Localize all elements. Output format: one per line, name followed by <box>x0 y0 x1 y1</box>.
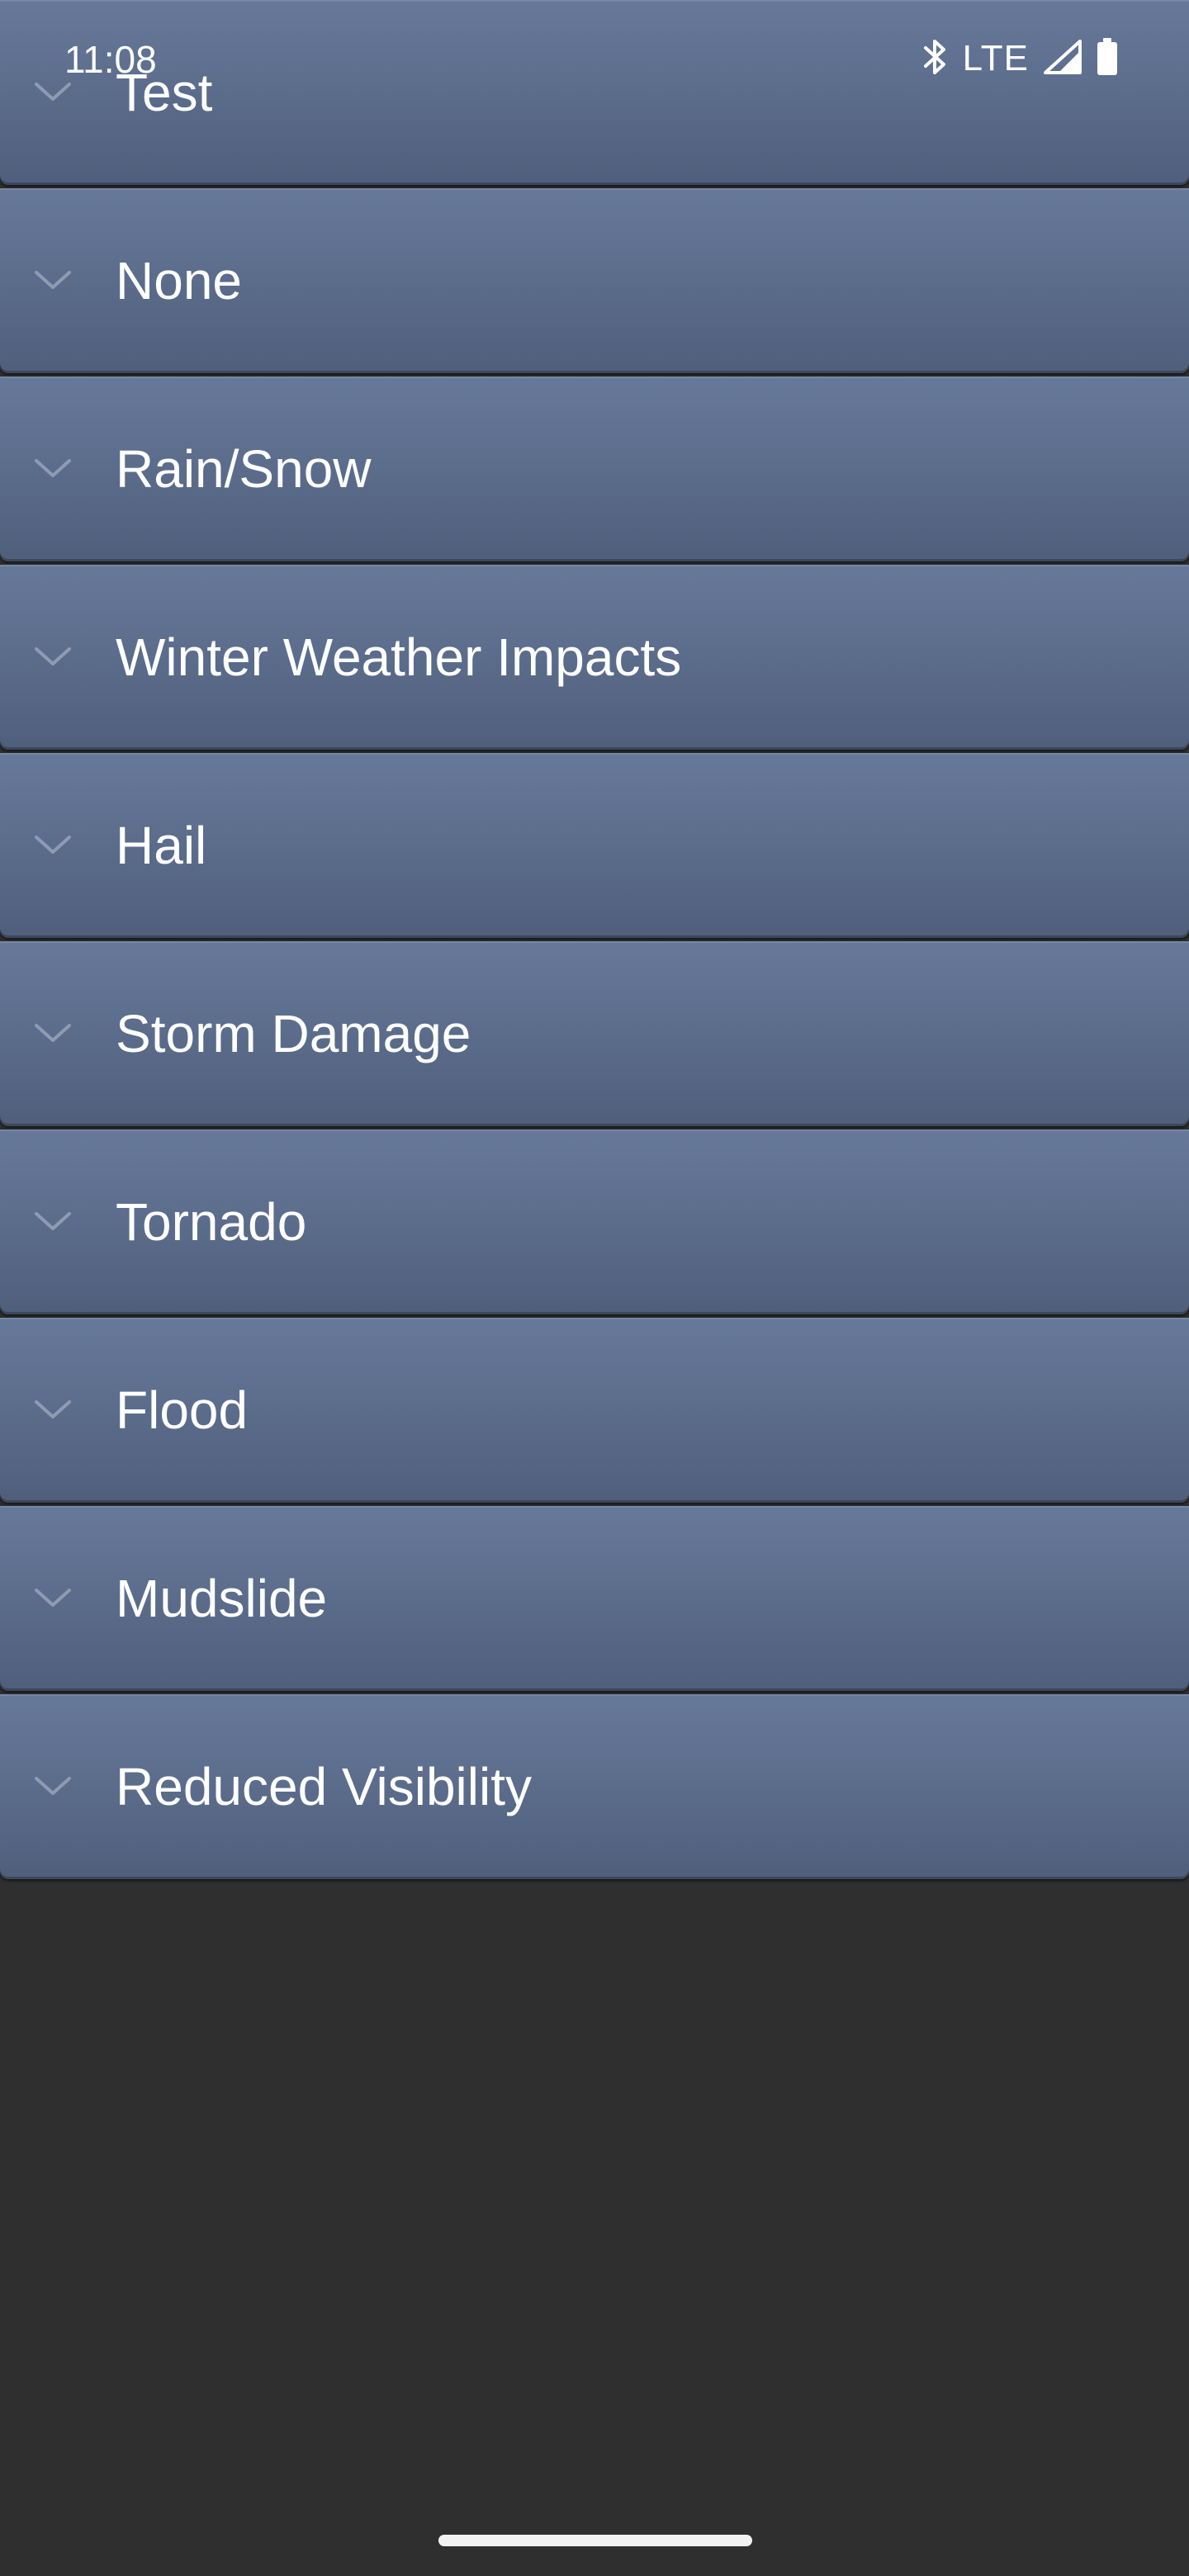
chevron-down-icon <box>33 456 73 482</box>
chevron-down-icon <box>33 79 73 106</box>
accordion-item[interactable]: Flood <box>0 1318 1189 1503</box>
accordion-item[interactable]: Mudslide <box>0 1506 1189 1691</box>
accordion-item-label: Flood <box>116 1380 249 1440</box>
home-indicator[interactable] <box>438 2535 752 2546</box>
accordion-item[interactable]: None <box>0 188 1189 373</box>
chevron-down-icon <box>33 1397 73 1423</box>
accordion-item[interactable]: Reduced Visibility <box>0 1694 1189 1879</box>
accordion-item-label: Hail <box>116 816 207 875</box>
chevron-down-icon <box>33 1773 73 1800</box>
accordion-item[interactable]: Tornado <box>0 1129 1189 1314</box>
accordion-item[interactable]: Rain/Snow <box>0 376 1189 561</box>
accordion-item[interactable]: Hail <box>0 753 1189 938</box>
accordion-item[interactable]: Winter Weather Impacts <box>0 565 1189 750</box>
chevron-down-icon <box>33 268 73 294</box>
accordion-item-label: Mudslide <box>116 1569 328 1628</box>
accordion-item-label: Reduced Visibility <box>116 1757 532 1816</box>
chevron-down-icon <box>33 1585 73 1612</box>
chevron-down-icon <box>33 1209 73 1235</box>
accordion-item-label: Winter Weather Impacts <box>116 627 682 687</box>
accordion-item-label: Rain/Snow <box>116 439 372 499</box>
accordion-item[interactable]: Storm Damage <box>0 941 1189 1126</box>
accordion-list: Test None Rain/Snow Winter Weather Impacts H… <box>0 0 1189 1882</box>
chevron-down-icon <box>33 832 73 859</box>
chevron-down-icon <box>33 1020 73 1047</box>
chevron-down-icon <box>33 644 73 670</box>
accordion-item-label: Tornado <box>116 1192 307 1252</box>
accordion-item[interactable]: Test <box>0 0 1189 185</box>
accordion-item-label: Test <box>116 63 213 122</box>
accordion-item-label: None <box>116 251 242 310</box>
accordion-item-label: Storm Damage <box>116 1004 471 1063</box>
